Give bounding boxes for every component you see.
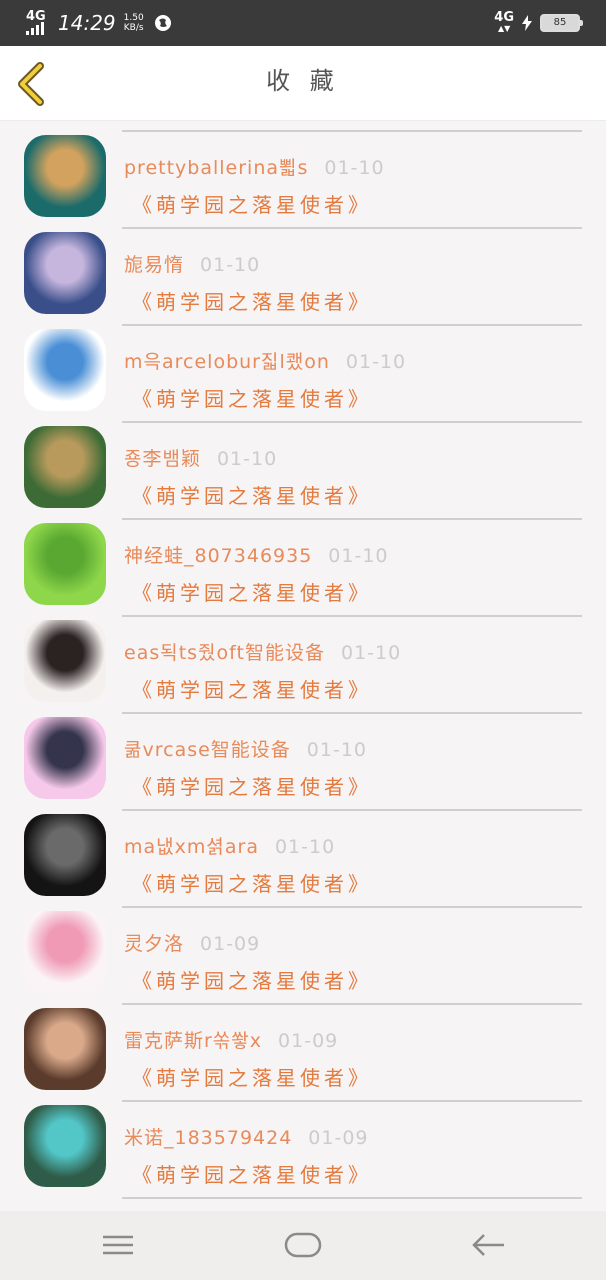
browser-icon: [154, 15, 171, 31]
user-name[interactable]: 죵李뱀颖: [124, 448, 201, 470]
list-item[interactable]: 죵李뱀颖 01-10 《萌学园之落星使者》: [0, 412, 606, 520]
avatar: [24, 911, 106, 993]
date: 01-10: [216, 448, 278, 470]
date: 01-10: [200, 254, 261, 276]
date: 01-09: [308, 1127, 369, 1149]
avatar: [24, 814, 106, 896]
list-item[interactable]: m윽arcelobur짋l쾠on 01-10 《萌学园之落星使者》: [0, 315, 606, 423]
system-back-button[interactable]: [468, 1229, 508, 1261]
user-name[interactable]: prettyballerina뾟s: [124, 157, 308, 179]
book-title[interactable]: 《萌学园之落星使者》: [132, 1159, 372, 1188]
user-line: 神经蛙_807346935 01-10: [124, 541, 389, 568]
status-right: 4G ▲▼ 85: [494, 10, 583, 34]
list-item[interactable]: 灵夕洛 01-09 《萌学园之落星使者》: [0, 897, 606, 1005]
user-name[interactable]: 旎易惰: [124, 254, 184, 276]
user-line: m윽arcelobur짋l쾠on 01-10: [124, 347, 406, 374]
signal-icon: 4G: [26, 10, 52, 35]
list-item[interactable]: ma냆xm셝ara 01-10 《萌学园之落星使者》: [0, 800, 606, 908]
book-title[interactable]: 《萌学园之落星使者》: [132, 771, 372, 800]
avatar: [24, 620, 106, 702]
list-item[interactable]: 神经蛙_807346935 01-10 《萌学园之落星使者》: [0, 509, 606, 617]
book-title[interactable]: 《萌学园之落星使者》: [132, 286, 372, 315]
book-title[interactable]: 《萌学园之落星使者》: [132, 965, 372, 994]
user-line: 米诺_183579424 01-09: [124, 1123, 369, 1150]
avatar: [24, 426, 106, 508]
date: 01-10: [306, 739, 368, 761]
user-name[interactable]: eas됙ts줬oft智能设备: [124, 642, 325, 664]
avatar: [24, 329, 106, 411]
date: 01-10: [324, 157, 385, 179]
user-line: prettyballerina뾟s 01-10: [124, 153, 385, 180]
user-name[interactable]: 雷克萨斯r쏚쐏x: [124, 1030, 262, 1052]
book-title[interactable]: 《萌学园之落星使者》: [132, 189, 372, 218]
avatar: [24, 523, 106, 605]
book-title[interactable]: 《萌学园之落星使者》: [132, 868, 372, 897]
date: 01-09: [278, 1030, 339, 1052]
date: 01-10: [345, 351, 407, 373]
user-name[interactable]: 灵夕洛: [124, 933, 184, 955]
avatar: [24, 1008, 106, 1090]
speed-unit: KB/s: [123, 23, 144, 33]
list-item[interactable]: 雷克萨斯r쏚쐏x 01-09 《萌学园之落星使者》: [0, 994, 606, 1102]
clock: 14:29: [58, 11, 116, 35]
user-name[interactable]: m윽arcelobur짋l쾠on: [124, 351, 330, 373]
list-item[interactable]: prettyballerina뾟s 01-10 《萌学园之落星使者》: [0, 121, 606, 229]
menu-button[interactable]: [98, 1229, 138, 1261]
user-name[interactable]: ma냆xm셝ara: [124, 836, 259, 858]
avatar: [24, 232, 106, 314]
book-title[interactable]: 《萌学园之落星使者》: [132, 383, 372, 412]
book-title[interactable]: 《萌学园之落星使者》: [132, 1062, 372, 1091]
mobile-data-icon: 4G ▲▼: [494, 10, 514, 33]
header: 收 藏: [0, 46, 606, 121]
user-line: 灵夕洛 01-09: [124, 929, 260, 956]
list-item[interactable]: 旎易惰 01-10 《萌学园之落星使者》: [0, 218, 606, 326]
menu-icon: [103, 1235, 133, 1255]
user-line: 旎易惰 01-10: [124, 250, 260, 277]
user-name[interactable]: 米诺_183579424: [124, 1127, 292, 1149]
navigation-bar: [0, 1211, 606, 1280]
battery-level: 85: [553, 17, 567, 28]
battery-icon: 85: [540, 14, 583, 32]
avatar: [24, 1105, 106, 1187]
back-arrow-icon: [472, 1234, 504, 1256]
user-line: 쿪vrcase智能设备 01-10: [124, 735, 367, 762]
list-item[interactable]: 쿪vrcase智能设备 01-10 《萌学园之落星使者》: [0, 703, 606, 811]
home-icon: [284, 1232, 322, 1258]
divider: [122, 1197, 582, 1199]
network-type-right: 4G: [494, 10, 514, 25]
favorites-list[interactable]: prettyballerina뾟s 01-10 《萌学园之落星使者》 旎易惰 01-10…: [0, 121, 606, 1211]
user-line: 雷克萨斯r쏚쐏x 01-09: [124, 1026, 338, 1053]
book-title[interactable]: 《萌学园之落星使者》: [132, 480, 372, 509]
book-title[interactable]: 《萌学园之落星使者》: [132, 577, 372, 606]
avatar: [24, 717, 106, 799]
page-title: 收 藏: [266, 67, 340, 95]
user-line: eas됙ts줬oft智能设备 01-10: [124, 638, 401, 665]
network-speed: 1.50 KB/s: [124, 13, 144, 33]
date: 01-09: [200, 933, 261, 955]
charging-icon: [522, 15, 532, 31]
status-left: 4G 14:29 1.50 KB/s: [26, 10, 172, 36]
book-title[interactable]: 《萌学园之落星使者》: [132, 674, 372, 703]
user-name[interactable]: 神经蛙_807346935: [124, 545, 312, 567]
date: 01-10: [340, 642, 402, 664]
status-bar: 4G 14:29 1.50 KB/s 4G ▲▼ 85: [0, 0, 606, 46]
avatar: [24, 135, 106, 217]
user-line: 죵李뱀颖 01-10: [124, 444, 277, 471]
home-button[interactable]: [283, 1229, 323, 1261]
user-line: ma냆xm셝ara 01-10: [124, 832, 335, 859]
date: 01-10: [274, 836, 336, 858]
list-item[interactable]: eas됙ts줬oft智能设备 01-10 《萌学园之落星使者》: [0, 606, 606, 714]
date: 01-10: [328, 545, 389, 567]
speed-value: 1.50: [123, 13, 144, 23]
user-name[interactable]: 쿪vrcase智能设备: [124, 739, 291, 761]
list-item[interactable]: 米诺_183579424 01-09 《萌学园之落星使者》: [0, 1091, 606, 1199]
